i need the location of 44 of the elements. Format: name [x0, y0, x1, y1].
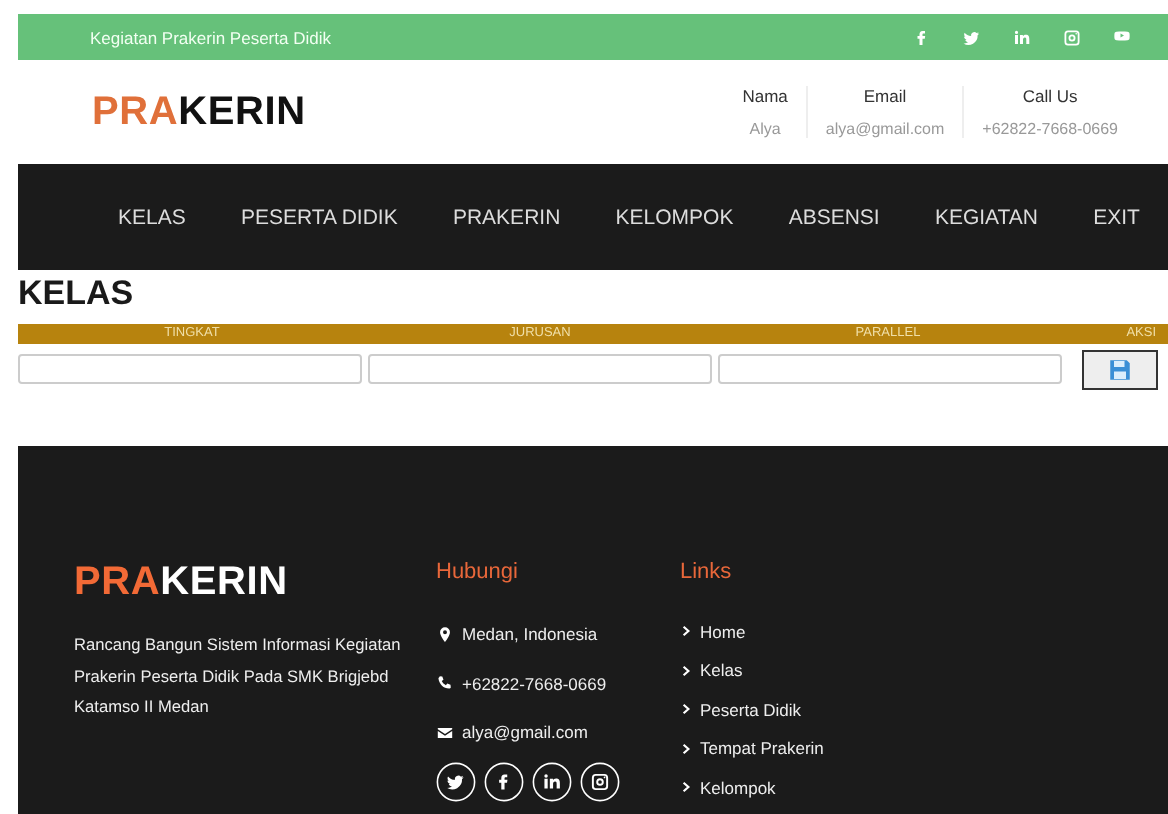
chevron-icon	[680, 741, 692, 756]
info-label: Call Us	[1022, 86, 1078, 106]
input-field[interactable]	[18, 354, 362, 384]
facebook-icon[interactable]	[484, 761, 524, 801]
nav-link[interactable]: KEGIATAN	[934, 205, 1038, 229]
contact-heading: Hubungi	[436, 560, 520, 584]
footer-link[interactable]: Kelompok	[700, 777, 776, 798]
footer-description: Rancang Bangun Sistem Informasi Kegiatan Prakerin Peserta Didik Pada SMK Brigjebd Katamso II Medan	[74, 632, 403, 720]
info-label: Email	[863, 86, 907, 106]
envelope-icon	[436, 723, 454, 742]
nav-link[interactable]: ABSENSI	[788, 205, 880, 229]
footer-link[interactable]: Tempat Prakerin	[700, 738, 824, 759]
footer-logo: PRAKERIN	[74, 560, 290, 606]
nav-link[interactable]: EXIT	[1093, 205, 1140, 229]
chevron-icon	[680, 702, 692, 717]
nav-link[interactable]: KELAS	[118, 205, 186, 229]
links-heading: Links	[680, 560, 734, 584]
info-label: Nama	[742, 86, 788, 106]
contact-text: Medan, Indonesia	[462, 624, 598, 645]
info-value: alya@gmail.com	[825, 120, 945, 138]
linkedin-icon[interactable]	[532, 761, 572, 801]
footer-link[interactable]: Peserta Didik	[700, 699, 802, 720]
nav-link[interactable]: PESERTA DIDIK	[240, 205, 398, 229]
twitter-icon[interactable]	[436, 761, 476, 801]
info-value: +62822-7668-0669	[982, 120, 1118, 138]
nav-link[interactable]: PRAKERIN	[452, 205, 561, 229]
input-field[interactable]	[718, 354, 1062, 384]
footer-link[interactable]: Home	[700, 621, 746, 642]
logo: PRAKERIN	[92, 89, 306, 135]
phone-icon	[436, 674, 454, 693]
tagline: Kegiatan Prakerin Peserta Didik	[90, 27, 331, 47]
map-pin-icon	[436, 625, 454, 644]
footer-link[interactable]: Kelas	[700, 660, 743, 681]
save-button[interactable]	[1082, 350, 1158, 390]
page-title: KELAS	[18, 272, 136, 316]
input-field[interactable]	[368, 354, 712, 384]
instagram-icon[interactable]	[580, 761, 620, 801]
chevron-icon	[680, 663, 692, 678]
contact-text: +62822-7668-0669	[462, 673, 607, 694]
chevron-icon	[680, 780, 692, 795]
chevron-icon	[680, 624, 692, 639]
contact-text: alya@gmail.com	[462, 722, 588, 743]
info-value: Alya	[749, 120, 781, 138]
nav-link[interactable]: KELOMPOK	[615, 205, 734, 229]
